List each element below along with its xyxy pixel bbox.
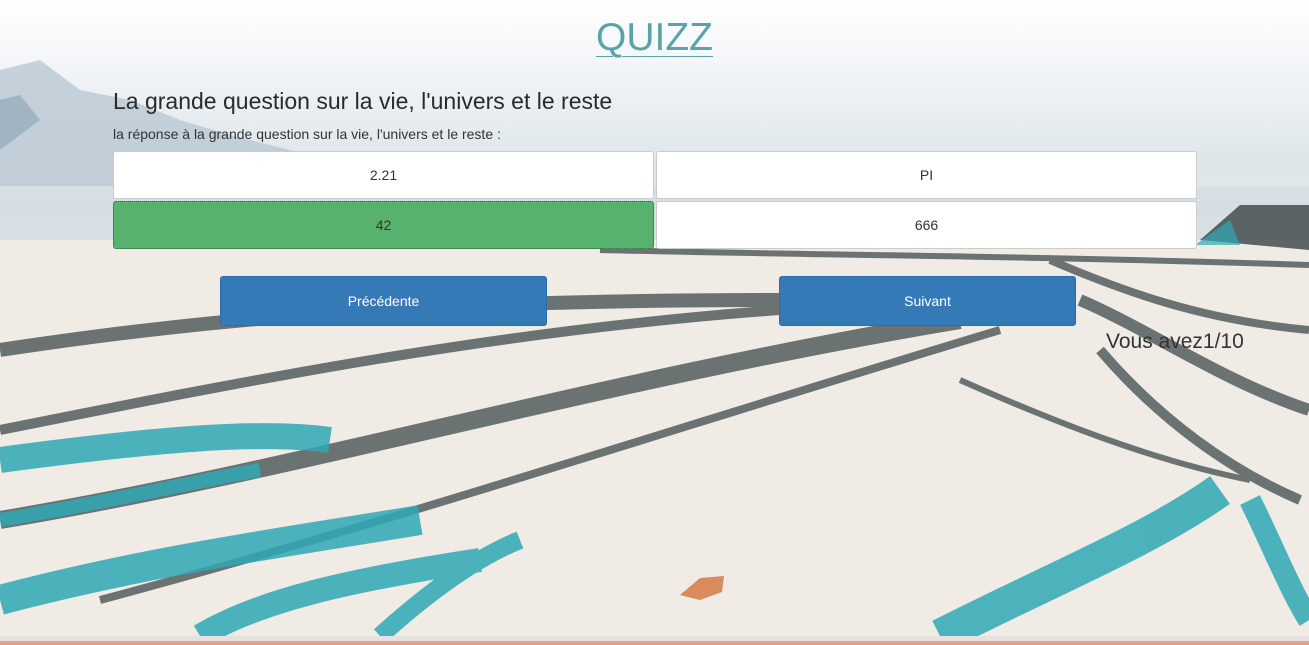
quiz-page: QUIZZ La grande question sur la vie, l'u… <box>0 0 1309 645</box>
score-text: Vous avez1/10 <box>1106 330 1244 353</box>
answer-option-2[interactable]: PI <box>656 151 1197 199</box>
bottom-bar <box>0 636 1309 645</box>
previous-button[interactable]: Précédente <box>220 276 547 326</box>
answer-option-4[interactable]: 666 <box>656 201 1197 249</box>
answer-option-1[interactable]: 2.21 <box>113 151 654 199</box>
next-button[interactable]: Suivant <box>779 276 1076 326</box>
question-text: La grande question sur la vie, l'univers… <box>113 88 613 114</box>
answer-option-3-selected[interactable]: 42 <box>113 201 654 249</box>
page-title-link[interactable]: QUIZZ <box>596 16 713 59</box>
bottom-accent-line <box>0 641 1309 645</box>
answers-grid: 2.21 PI 42 666 <box>113 151 1198 251</box>
question-subtitle: la réponse à la grande question sur la v… <box>113 126 501 142</box>
page-title[interactable]: QUIZZ <box>0 16 1309 60</box>
